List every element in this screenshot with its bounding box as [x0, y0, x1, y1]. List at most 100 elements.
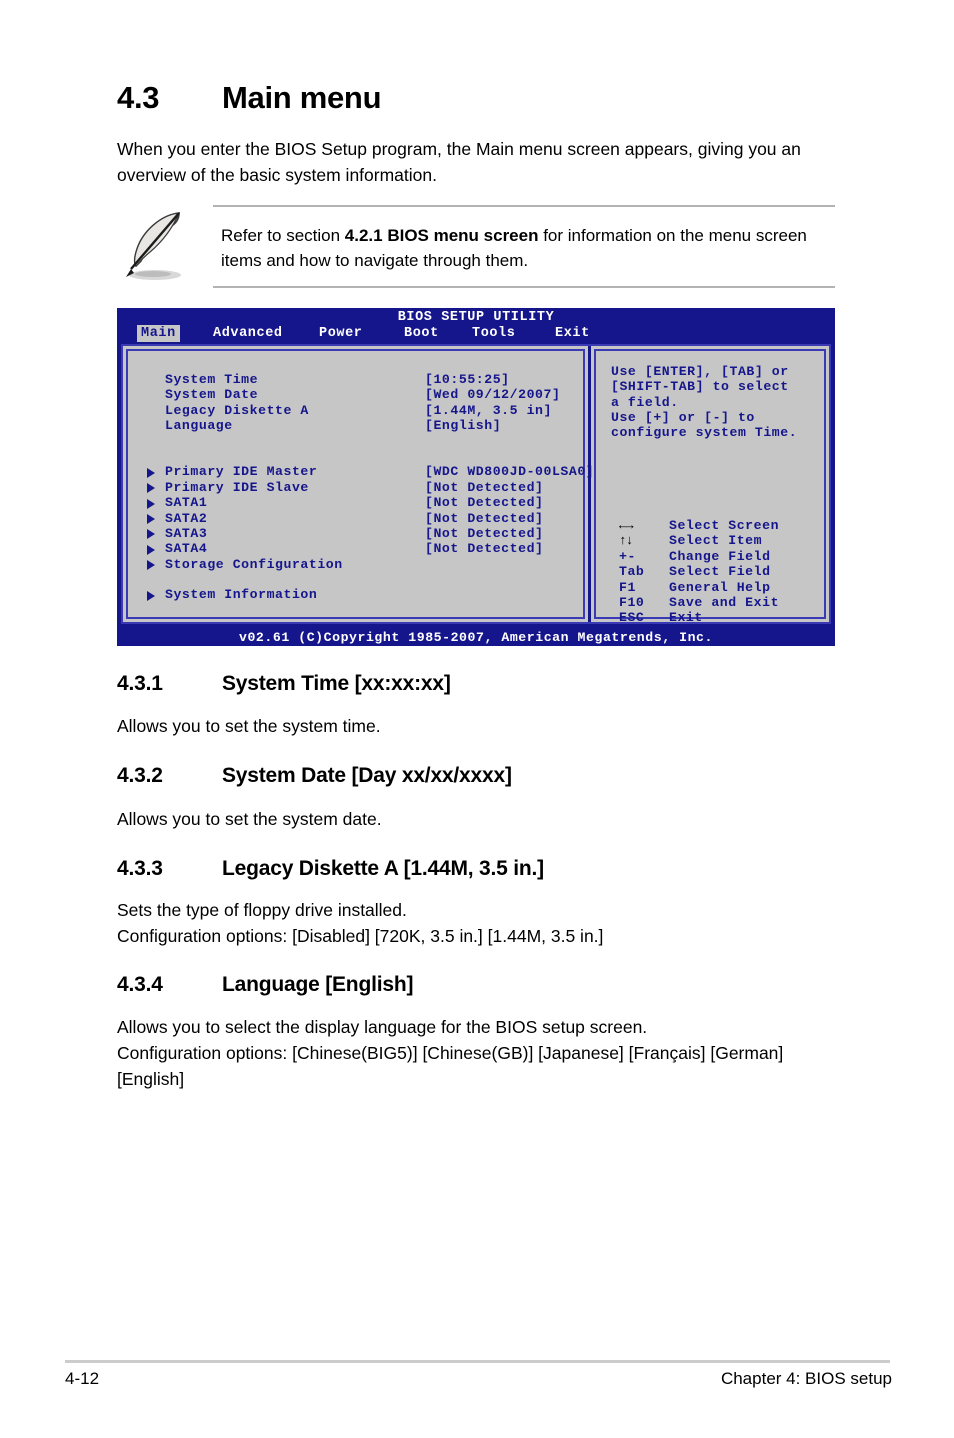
- bios-row-value[interactable]: [Not Detected]: [425, 541, 544, 556]
- bios-row-value[interactable]: [English]: [425, 418, 501, 433]
- bios-row-label: SATA2: [165, 510, 208, 526]
- submenu-arrow-icon: [147, 529, 155, 540]
- bios-row-label: SATA3: [165, 525, 208, 541]
- bios-main-panel: System Time [10:55:25] System Date [Wed 09/…: [123, 346, 594, 622]
- bios-row-spacer: [147, 572, 577, 587]
- bios-row-value[interactable]: [1.44M, 3.5 in]: [425, 403, 552, 418]
- bios-row[interactable]: Storage Configuration: [147, 557, 577, 572]
- bios-item-list: System Time [10:55:25] System Date [Wed 09/…: [147, 372, 594, 603]
- bios-row[interactable]: Legacy Diskette A [1.44M, 3.5 in]: [147, 403, 577, 418]
- bios-key-name: F1: [619, 579, 636, 595]
- section-number: 4.3: [117, 80, 160, 115]
- up-down-arrow-icon: ↑↓: [619, 533, 634, 549]
- bios-tab-exit[interactable]: Exit: [551, 325, 594, 342]
- subsection-body-4-3-2: Allows you to set the system date.: [117, 809, 382, 829]
- bios-row-label: SATA4: [165, 541, 208, 557]
- bios-row[interactable]: Primary IDE Slave [Not Detected]: [147, 480, 577, 495]
- bios-key-name: +-: [619, 548, 636, 564]
- quill-pen-icon: [117, 207, 205, 285]
- bios-row[interactable]: SATA4 [Not Detected]: [147, 541, 577, 556]
- subsection-title: Legacy Diskette A [1.44M, 3.5 in.]: [222, 857, 544, 880]
- bios-row[interactable]: SATA3 [Not Detected]: [147, 526, 577, 541]
- footer-rule: [65, 1360, 890, 1363]
- bios-help-text-1: Use [ENTER], [TAB] or [SHIFT-TAB] to sel…: [611, 364, 789, 410]
- bios-copyright: v02.61 (C)Copyright 1985-2007, American …: [239, 630, 713, 645]
- subsection-title: System Date [Day xx/xx/xxxx]: [222, 764, 512, 787]
- bios-key-description: Exit: [669, 610, 703, 626]
- bios-row[interactable]: Primary IDE Master [WDC WD800JD-00LSA0]: [147, 464, 594, 480]
- note-box: Refer to section 4.2.1 BIOS menu screen …: [117, 205, 835, 288]
- bios-tab-boot[interactable]: Boot: [400, 325, 443, 342]
- submenu-arrow-icon: [147, 514, 155, 525]
- subsection-heading-4-3-4: 4.3.4 Language [English]: [117, 973, 413, 997]
- subsection-heading-4-3-2: 4.3.2 System Date [Day xx/xx/xxxx]: [117, 764, 512, 788]
- left-right-arrow-icon: ←→: [619, 518, 634, 533]
- bios-menu-bar: Main Advanced Power Boot Tools Exit: [117, 325, 835, 342]
- bios-key-name: ESC: [619, 610, 645, 626]
- submenu-arrow-icon: [147, 498, 155, 509]
- subsection-body-4-3-1: Allows you to set the system time.: [117, 716, 381, 736]
- footer-chapter-label: Chapter 4: BIOS setup: [720, 1369, 892, 1388]
- subsection-title: System Time [xx:xx:xx]: [222, 672, 451, 695]
- submenu-arrow-icon: [147, 590, 155, 601]
- bios-row[interactable]: SATA1 [Not Detected]: [147, 495, 577, 510]
- bios-key-row: ESC Exit: [611, 610, 826, 625]
- bios-row[interactable]: SATA2 [Not Detected]: [147, 511, 577, 526]
- submenu-arrow-icon: [147, 483, 155, 494]
- bios-tab-main[interactable]: Main: [137, 325, 180, 342]
- note-text: Refer to section 4.2.1 BIOS menu screen …: [221, 223, 831, 273]
- bios-key-row: ←→ Select Screen: [611, 518, 826, 533]
- bios-row[interactable]: System Time [10:55:25]: [147, 372, 577, 387]
- submenu-arrow-icon: [147, 467, 155, 478]
- note-prefix: Refer to section: [221, 226, 345, 245]
- bios-key-description: Select Screen: [669, 518, 780, 533]
- submenu-arrow-icon: [147, 560, 155, 571]
- bios-row-spacer: [147, 434, 577, 449]
- bios-row-value[interactable]: [Not Detected]: [425, 526, 544, 541]
- bios-key-row: +- Change Field: [611, 549, 826, 564]
- bios-key-row: F1 General Help: [611, 580, 826, 595]
- bios-key-legend: ←→ Select Screen ↑↓ Select Item +- Change Fie…: [611, 518, 826, 626]
- bios-row-label: Primary IDE Slave: [165, 479, 309, 495]
- bios-row-label: System Time: [165, 372, 259, 387]
- bios-row-label: SATA1: [165, 495, 208, 511]
- bios-body: System Time [10:55:25] System Date [Wed 09/…: [121, 344, 831, 625]
- bios-row-label: Primary IDE Master: [165, 464, 318, 480]
- bios-row-label: Storage Configuration: [165, 556, 343, 572]
- bios-row-spacer: [147, 449, 577, 464]
- bios-row[interactable]: Language [English]: [147, 418, 577, 433]
- bios-row-value[interactable]: [Not Detected]: [425, 495, 544, 510]
- note-rule-top: [213, 205, 835, 207]
- bios-tab-tools[interactable]: Tools: [468, 325, 520, 342]
- page-number: 4-12: [65, 1369, 100, 1388]
- bios-key-name: Tab: [619, 564, 645, 580]
- subsection-number: 4.3.4: [117, 973, 163, 996]
- subsection-body-4-3-3: Sets the type of floppy drive installed.…: [117, 900, 604, 946]
- section-title: Main menu: [222, 80, 382, 115]
- bios-key-description: Change Field: [669, 548, 771, 564]
- bios-row[interactable]: System Date [Wed 09/12/2007]: [147, 387, 577, 402]
- bios-help-panel: Use [ENTER], [TAB] or [SHIFT-TAB] to sel…: [591, 346, 829, 625]
- bios-row-label: System Information: [165, 587, 318, 603]
- bios-tab-advanced[interactable]: Advanced: [209, 325, 287, 342]
- bios-help-text-2: Use [+] or [-] to configure system Time.: [611, 410, 798, 441]
- manual-page: 4.3 Main menu When you enter the BIOS Se…: [0, 0, 954, 1438]
- bios-row[interactable]: System Information: [147, 587, 577, 602]
- note-rule-bottom: [213, 286, 835, 288]
- subsection-number: 4.3.3: [117, 857, 163, 880]
- bios-row-label: System Date: [165, 387, 259, 403]
- bios-row-value[interactable]: [Wed 09/12/2007]: [425, 387, 560, 402]
- bios-tab-power[interactable]: Power: [315, 325, 367, 342]
- bios-row-value[interactable]: [10:55:25]: [425, 372, 510, 387]
- bios-row-value[interactable]: [Not Detected]: [425, 480, 544, 495]
- bios-key-description: Save and Exit: [669, 594, 780, 610]
- bios-key-row: F10 Save and Exit: [611, 595, 826, 610]
- subsection-number: 4.3.1: [117, 672, 163, 695]
- page-title: 4.3 Main menu: [117, 80, 382, 116]
- subsection-heading-4-3-3: 4.3.3 Legacy Diskette A [1.44M, 3.5 in.]: [117, 857, 544, 881]
- bios-row-value[interactable]: [Not Detected]: [425, 511, 544, 526]
- bios-setup-screen: BIOS SETUP UTILITY Main Advanced Power Boot…: [117, 308, 835, 646]
- bios-row-value[interactable]: [WDC WD800JD-00LSA0]: [425, 464, 594, 479]
- bios-row-label: Language: [165, 418, 233, 434]
- subsection-title: Language [English]: [222, 973, 414, 996]
